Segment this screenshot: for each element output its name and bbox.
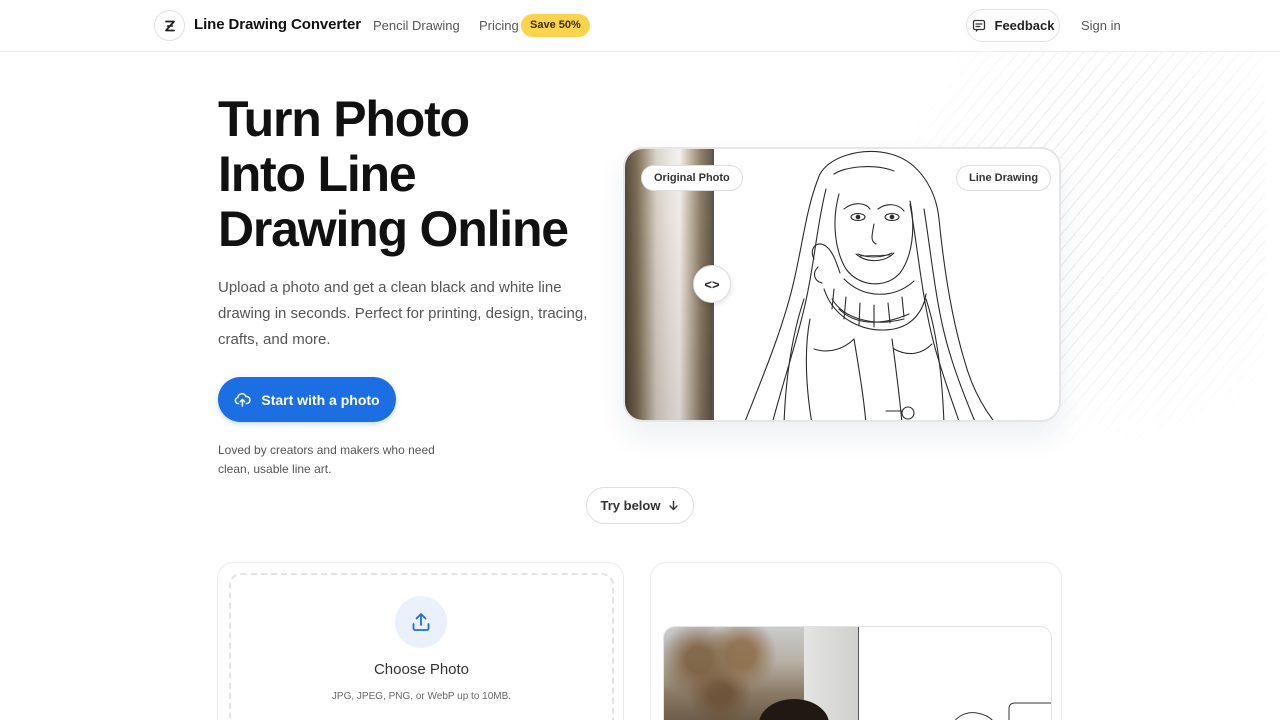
file-types-hint: JPG, JPEG, PNG, or WebP up to 10MB. <box>331 691 512 702</box>
logo-glyph-icon <box>164 20 175 31</box>
social-proof-text: Loved by creators and makers who need cl… <box>218 443 435 476</box>
sample-original-photo <box>664 627 858 720</box>
line-drawing-label: Line Drawing <box>956 165 1052 191</box>
brand-link[interactable]: Line Drawing Converter <box>194 16 361 33</box>
try-below-button[interactable]: Try below <box>586 487 694 524</box>
start-with-photo-button[interactable]: Start with a photo <box>218 377 396 422</box>
cloud-upload-icon <box>235 392 252 407</box>
start-button-label: Start with a photo <box>261 391 380 408</box>
hero-title-line: Into Line <box>218 146 417 202</box>
upload-button[interactable] <box>395 596 447 648</box>
hero-title-line: Turn Photo <box>218 91 470 147</box>
feedback-label: Feedback <box>994 18 1055 33</box>
logo-icon[interactable] <box>154 10 185 41</box>
hero-title: Turn Photo Into Line Drawing Online <box>218 92 618 257</box>
nav-link-pricing[interactable]: Pricing <box>479 18 519 33</box>
nav-link-pencil-drawing[interactable]: Pencil Drawing <box>373 18 460 33</box>
feedback-button[interactable]: Feedback <box>966 9 1060 42</box>
hero-title-line: Drawing Online <box>218 201 569 257</box>
sign-in-link[interactable]: Sign in <box>1081 18 1121 33</box>
save-badge[interactable]: Save 50% <box>521 14 590 37</box>
sample-line-drawing <box>954 702 1051 720</box>
hero-subtitle: Upload a photo and get a clean black and… <box>218 279 588 348</box>
try-below-label: Try below <box>600 498 661 513</box>
choose-photo-title[interactable]: Choose Photo <box>229 661 614 678</box>
sample-compare-preview <box>663 626 1052 720</box>
message-icon <box>972 19 985 32</box>
top-nav: Line Drawing Converter Pencil Drawing Pr… <box>0 0 1280 52</box>
arrow-down-icon <box>669 500 679 511</box>
original-photo-label: Original Photo <box>641 165 743 191</box>
upload-icon <box>412 613 430 631</box>
compare-slider-handle[interactable]: <> <box>693 265 731 303</box>
